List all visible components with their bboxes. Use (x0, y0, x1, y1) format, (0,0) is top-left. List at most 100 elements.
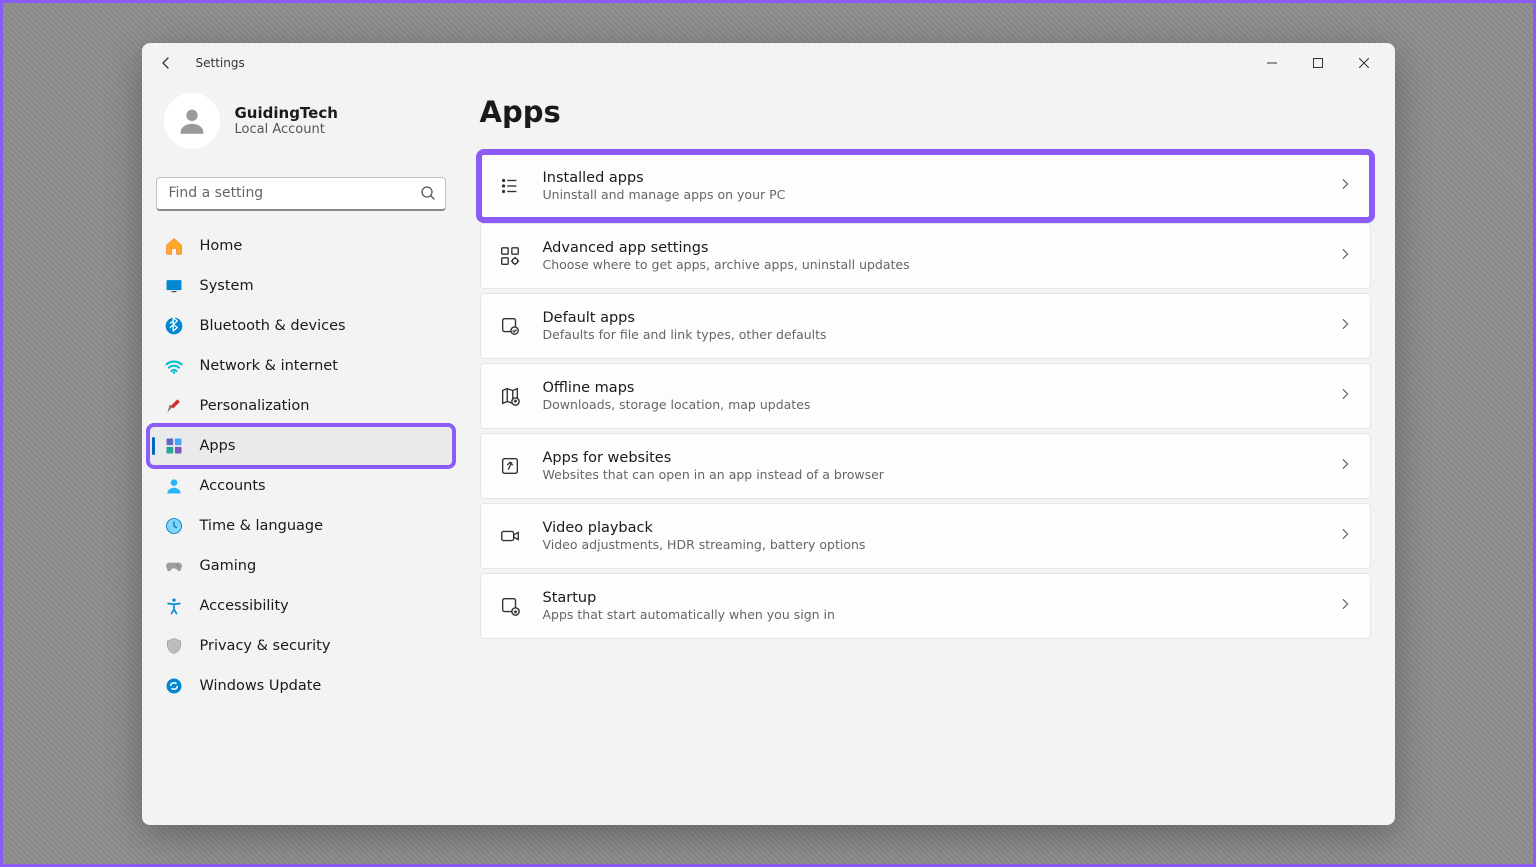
privacy-icon (164, 636, 184, 656)
system-icon (164, 276, 184, 296)
sidebar-item-label: Time & language (200, 518, 324, 534)
close-button[interactable] (1341, 47, 1387, 79)
sidebar-item-label: Home (200, 238, 243, 254)
card-default[interactable]: Default apps Defaults for file and link … (480, 293, 1371, 359)
search-wrap (156, 177, 446, 211)
update-icon (164, 676, 184, 696)
settings-window: Settings GuidingTech Local Account (142, 43, 1395, 825)
titlebar-left: Settings (156, 53, 245, 73)
profile[interactable]: GuidingTech Local Account (150, 83, 452, 169)
card-websites[interactable]: Apps for websites Websites that can open… (480, 433, 1371, 499)
card-desc: Downloads, storage location, map updates (543, 397, 1316, 412)
chevron-right-icon (1338, 316, 1352, 335)
card-video[interactable]: Video playback Video adjustments, HDR st… (480, 503, 1371, 569)
main: Apps Installed apps Uninstall and manage… (460, 83, 1395, 825)
card-title: Default apps (543, 310, 1316, 326)
sidebar-item-label: Bluetooth & devices (200, 318, 346, 334)
accessibility-icon (164, 596, 184, 616)
installed-icon (499, 175, 521, 197)
page-title: Apps (480, 95, 1371, 129)
cards: Installed apps Uninstall and manage apps… (480, 153, 1371, 639)
chevron-right-icon (1338, 176, 1352, 195)
personalization-icon (164, 396, 184, 416)
card-advanced[interactable]: Advanced app settings Choose where to ge… (480, 223, 1371, 289)
gaming-icon (164, 556, 184, 576)
card-desc: Websites that can open in an app instead… (543, 467, 1316, 482)
card-desc: Apps that start automatically when you s… (543, 607, 1316, 622)
avatar (164, 93, 220, 149)
card-title: Video playback (543, 520, 1316, 536)
network-icon (164, 356, 184, 376)
bluetooth-icon (164, 316, 184, 336)
card-text: Video playback Video adjustments, HDR st… (543, 520, 1316, 552)
card-desc: Video adjustments, HDR streaming, batter… (543, 537, 1316, 552)
accounts-icon (164, 476, 184, 496)
sidebar-item-accessibility[interactable]: Accessibility (150, 587, 452, 625)
sidebar-item-label: Personalization (200, 398, 310, 414)
sidebar-item-label: Accounts (200, 478, 266, 494)
offline-icon (499, 385, 521, 407)
sidebar-item-home[interactable]: Home (150, 227, 452, 265)
chevron-right-icon (1338, 386, 1352, 405)
card-title: Installed apps (543, 170, 1316, 186)
search-input[interactable] (156, 177, 446, 211)
chevron-right-icon (1338, 596, 1352, 615)
sidebar-item-label: Gaming (200, 558, 257, 574)
card-title: Advanced app settings (543, 240, 1316, 256)
window-controls (1249, 47, 1387, 79)
profile-account: Local Account (235, 122, 338, 137)
app-title: Settings (196, 56, 245, 70)
sidebar-item-label: Apps (200, 438, 236, 454)
profile-name: GuidingTech (235, 104, 338, 122)
card-installed[interactable]: Installed apps Uninstall and manage apps… (480, 153, 1371, 219)
titlebar: Settings (142, 43, 1395, 83)
card-text: Startup Apps that start automatically wh… (543, 590, 1316, 622)
sidebar-item-time[interactable]: Time & language (150, 507, 452, 545)
card-startup[interactable]: Startup Apps that start automatically wh… (480, 573, 1371, 639)
sidebar-item-label: Network & internet (200, 358, 338, 374)
chevron-right-icon (1338, 246, 1352, 265)
card-text: Installed apps Uninstall and manage apps… (543, 170, 1316, 202)
websites-icon (499, 455, 521, 477)
body: GuidingTech Local Account Home System Bl… (142, 83, 1395, 825)
card-text: Advanced app settings Choose where to ge… (543, 240, 1316, 272)
sidebar-item-bluetooth[interactable]: Bluetooth & devices (150, 307, 452, 345)
maximize-button[interactable] (1295, 47, 1341, 79)
startup-icon (499, 595, 521, 617)
minimize-button[interactable] (1249, 47, 1295, 79)
nav: Home System Bluetooth & devices Network … (150, 227, 452, 705)
advanced-icon (499, 245, 521, 267)
sidebar-item-label: Privacy & security (200, 638, 331, 654)
card-offline[interactable]: Offline maps Downloads, storage location… (480, 363, 1371, 429)
apps-icon (164, 436, 184, 456)
card-title: Apps for websites (543, 450, 1316, 466)
back-button[interactable] (156, 53, 176, 73)
sidebar-item-apps[interactable]: Apps (150, 427, 452, 465)
card-desc: Defaults for file and link types, other … (543, 327, 1316, 342)
sidebar-item-privacy[interactable]: Privacy & security (150, 627, 452, 665)
sidebar-item-label: Windows Update (200, 678, 322, 694)
sidebar-item-network[interactable]: Network & internet (150, 347, 452, 385)
card-title: Offline maps (543, 380, 1316, 396)
card-desc: Uninstall and manage apps on your PC (543, 187, 1316, 202)
sidebar-item-accounts[interactable]: Accounts (150, 467, 452, 505)
chevron-right-icon (1338, 456, 1352, 475)
card-text: Offline maps Downloads, storage location… (543, 380, 1316, 412)
chevron-right-icon (1338, 526, 1352, 545)
video-icon (499, 525, 521, 547)
sidebar-item-system[interactable]: System (150, 267, 452, 305)
card-text: Default apps Defaults for file and link … (543, 310, 1316, 342)
search-icon (420, 185, 436, 205)
sidebar: GuidingTech Local Account Home System Bl… (142, 83, 460, 825)
card-desc: Choose where to get apps, archive apps, … (543, 257, 1316, 272)
profile-text: GuidingTech Local Account (235, 104, 338, 137)
time-icon (164, 516, 184, 536)
sidebar-item-label: Accessibility (200, 598, 289, 614)
sidebar-item-personalization[interactable]: Personalization (150, 387, 452, 425)
sidebar-item-update[interactable]: Windows Update (150, 667, 452, 705)
card-text: Apps for websites Websites that can open… (543, 450, 1316, 482)
default-icon (499, 315, 521, 337)
home-icon (164, 236, 184, 256)
sidebar-item-label: System (200, 278, 254, 294)
sidebar-item-gaming[interactable]: Gaming (150, 547, 452, 585)
